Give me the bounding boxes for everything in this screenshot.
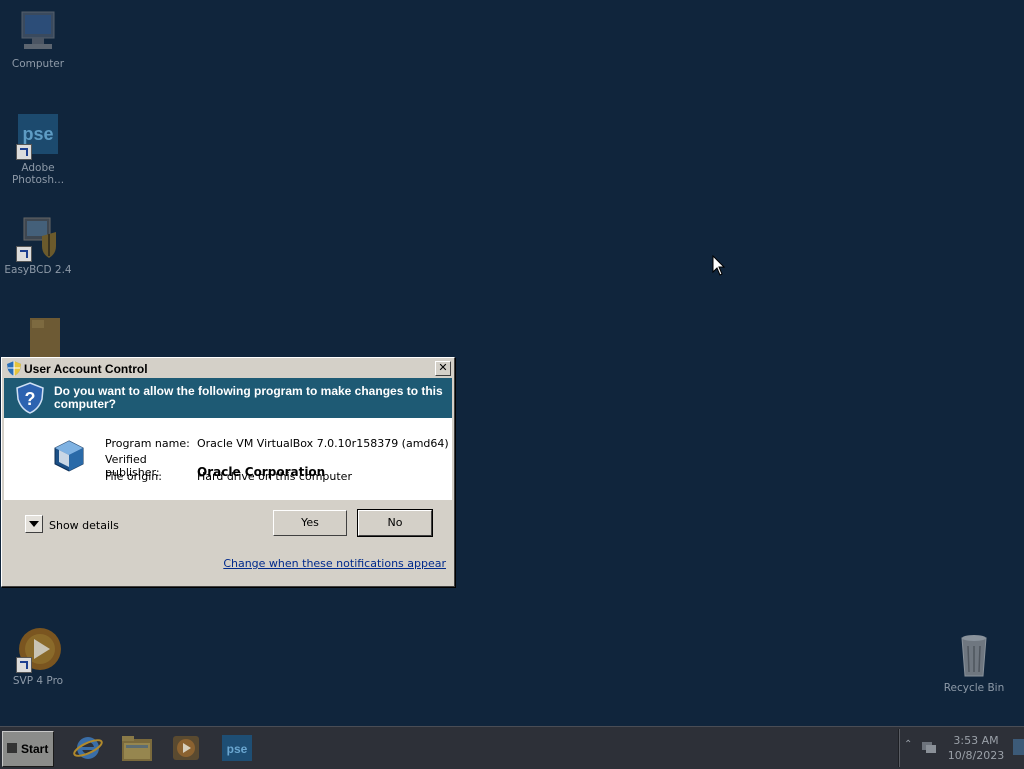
desktop-icon-computer[interactable]: Computer [3, 8, 73, 70]
show-hidden-icons-icon[interactable]: ⌃ [904, 739, 912, 750]
file-origin-value: Hard drive on this computer [197, 470, 352, 483]
taskbar-internet-explorer[interactable] [72, 733, 104, 763]
mouse-cursor-icon [712, 254, 726, 280]
network-icon[interactable] [921, 739, 937, 758]
recycle-bin-icon [950, 632, 998, 680]
internet-explorer-icon [73, 737, 103, 759]
desktop-icon-label: SVP 4 Pro [12, 675, 64, 687]
program-name-value: Oracle VM VirtualBox 7.0.10r158379 (amd6… [197, 437, 449, 450]
desktop-icon-label: EasyBCD 2.4 [4, 264, 72, 276]
desktop-icon-label: Recycle Bin [943, 682, 1005, 694]
windows-flag-icon [7, 743, 17, 753]
dialog-title: User Account Control [24, 362, 148, 376]
program-info-panel: Program name: Oracle VM VirtualBox 7.0.10… [4, 418, 452, 500]
shortcut-arrow-icon [16, 657, 32, 673]
start-label: Start [21, 742, 49, 756]
show-details-label[interactable]: Show details [49, 519, 119, 532]
taskbar-photoshop-elements[interactable]: pse [220, 733, 252, 763]
system-tray: ⌃ 3:53 AM 10/8/2023 [898, 729, 1024, 767]
uac-shield-icon [7, 361, 21, 379]
clock-date: 10/8/2023 [947, 749, 1005, 762]
show-desktop-button[interactable] [1013, 739, 1024, 755]
desktop-icon-label: Computer [11, 58, 65, 70]
easybcd-icon [14, 214, 62, 262]
taskbar-media-player[interactable] [170, 733, 202, 763]
desktop-icon-svp[interactable]: SVP 4 Pro [3, 625, 73, 687]
svg-text:pse: pse [227, 742, 248, 756]
desktop-icon-recycle-bin[interactable]: Recycle Bin [939, 632, 1009, 694]
photoshop-elements-icon: pse [14, 112, 62, 160]
svg-text:pse: pse [22, 124, 53, 144]
program-name-row: Program name: Oracle VM VirtualBox 7.0.10… [105, 437, 449, 450]
file-explorer-icon [122, 736, 152, 761]
uac-dialog: User Account Control ✕ ? Do you want to … [1, 357, 455, 587]
photoshop-elements-icon: pse [222, 735, 252, 761]
no-button[interactable]: No [357, 509, 433, 537]
file-origin-label: File origin: [105, 470, 162, 483]
taskbar-file-explorer[interactable] [120, 733, 152, 763]
virtualbox-icon [52, 439, 86, 476]
svg-text:?: ? [25, 389, 36, 409]
desktop-icon-easybcd[interactable]: EasyBCD 2.4 [3, 214, 73, 276]
desktop-icon-photoshop[interactable]: pse Adobe Photosh... [3, 112, 73, 186]
show-details-toggle[interactable] [25, 515, 43, 533]
help-shield-icon: ? [16, 382, 44, 417]
start-button[interactable]: Start [2, 731, 54, 767]
yes-button[interactable]: Yes [273, 510, 347, 536]
clock-time: 3:53 AM [953, 734, 999, 747]
shortcut-arrow-icon [16, 246, 32, 262]
dialog-titlebar[interactable]: User Account Control ✕ [4, 360, 452, 377]
computer-icon [14, 8, 62, 56]
svp-icon [14, 625, 62, 673]
change-notifications-link[interactable]: Change when these notifications appear [223, 557, 446, 570]
taskbar-clock[interactable]: 3:53 AM 10/8/2023 [941, 733, 1011, 763]
close-button[interactable]: ✕ [435, 361, 451, 376]
shortcut-arrow-icon [16, 144, 32, 160]
file-origin-row: File origin: Hard drive on this computer [105, 470, 352, 483]
uac-question-banner: ? Do you want to allow the following pro… [4, 378, 452, 418]
program-name-label: Program name: [105, 437, 190, 450]
taskbar: Start pse ⌃ 3:53 AM 10/8/2023 [0, 726, 1024, 769]
uac-question-text: Do you want to allow the following progr… [54, 384, 443, 411]
desktop-icon-label: Adobe Photosh... [11, 162, 65, 186]
media-player-icon [173, 736, 199, 760]
